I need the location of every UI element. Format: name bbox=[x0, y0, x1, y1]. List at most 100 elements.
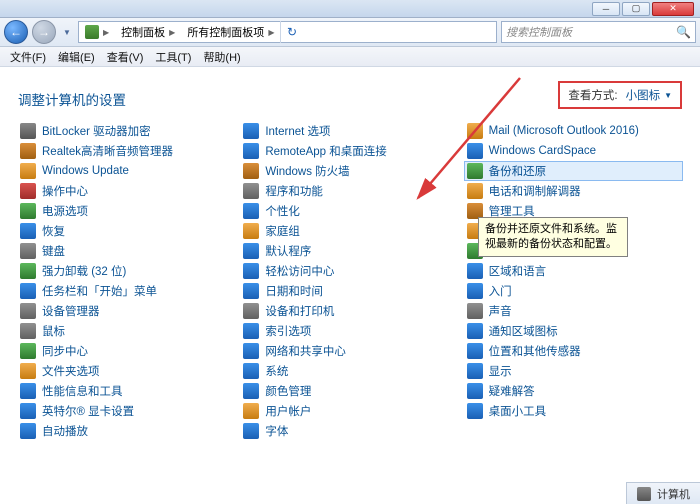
menu-help[interactable]: 帮助(H) bbox=[197, 47, 246, 67]
menu-view[interactable]: 查看(V) bbox=[101, 47, 150, 67]
cp-item-label: 恢复 bbox=[42, 223, 65, 239]
cp-item-3[interactable]: Realtek高清晰音频管理器 bbox=[18, 142, 235, 160]
breadcrumb[interactable]: ▶ 控制面板▶ 所有控制面板项▶ ↻ bbox=[78, 21, 497, 43]
cp-item-4[interactable]: RemoteApp 和桌面连接 bbox=[241, 142, 458, 160]
cp-item-icon bbox=[243, 163, 259, 179]
cp-item-18[interactable]: 键盘 bbox=[18, 242, 235, 260]
cp-item-33[interactable]: 同步中心 bbox=[18, 342, 235, 360]
cp-item-41[interactable]: 疑难解答 bbox=[465, 382, 682, 400]
breadcrumb-root[interactable]: ▶ bbox=[79, 22, 115, 42]
cp-item-43[interactable]: 用户帐户 bbox=[241, 402, 458, 420]
cp-item-5[interactable]: Windows CardSpace bbox=[465, 142, 682, 160]
cp-item-icon bbox=[467, 303, 483, 319]
cp-item-6[interactable]: Windows Update bbox=[18, 162, 235, 180]
cp-item-icon bbox=[467, 163, 483, 179]
cp-item-label: 颜色管理 bbox=[265, 383, 311, 399]
breadcrumb-item-1[interactable]: 所有控制面板项▶ bbox=[181, 22, 280, 42]
cp-item-icon bbox=[467, 183, 483, 199]
close-button[interactable]: ✕ bbox=[652, 2, 694, 16]
cp-item-34[interactable]: 网络和共享中心 bbox=[241, 342, 458, 360]
breadcrumb-item-0[interactable]: 控制面板▶ bbox=[115, 22, 181, 42]
cp-item-icon bbox=[243, 283, 259, 299]
cp-item-icon bbox=[243, 323, 259, 339]
cp-item-icon bbox=[243, 423, 259, 439]
cp-item-label: 位置和其他传感器 bbox=[489, 343, 581, 359]
search-input[interactable]: 搜索控制面板 🔍 bbox=[501, 21, 696, 43]
cp-item-icon bbox=[20, 123, 36, 139]
cp-item-label: 英特尔® 显卡设置 bbox=[42, 403, 134, 419]
cp-item-32[interactable]: 通知区域图标 bbox=[465, 322, 682, 340]
cp-item-label: Mail (Microsoft Outlook 2016) bbox=[489, 125, 639, 137]
cp-item-28[interactable]: 设备和打印机 bbox=[241, 302, 458, 320]
tooltip-body: 备份并还原文件和系统。监视最新的备份状态和配置。 bbox=[485, 222, 621, 252]
cp-item-label: Internet 选项 bbox=[265, 123, 330, 139]
cp-item-icon bbox=[467, 283, 483, 299]
cp-item-label: 文件夹选项 bbox=[42, 363, 100, 379]
cp-item-30[interactable]: 鼠标 bbox=[18, 322, 235, 340]
cp-item-9[interactable]: 操作中心 bbox=[18, 182, 235, 200]
cp-item-42[interactable]: 英特尔® 显卡设置 bbox=[18, 402, 235, 420]
cp-item-icon bbox=[20, 383, 36, 399]
search-icon: 🔍 bbox=[676, 25, 691, 39]
cp-item-22[interactable]: 轻松访问中心 bbox=[241, 262, 458, 280]
refresh-button[interactable]: ↻ bbox=[280, 21, 302, 43]
cp-item-23[interactable]: 区域和语言 bbox=[465, 262, 682, 280]
cp-item-46[interactable]: 字体 bbox=[241, 422, 458, 440]
maximize-button[interactable]: ▢ bbox=[622, 2, 650, 16]
cp-item-label: Realtek高清晰音频管理器 bbox=[42, 143, 173, 159]
cp-item-16[interactable]: 家庭组 bbox=[241, 222, 458, 240]
cp-item-icon bbox=[467, 403, 483, 419]
forward-button[interactable]: → bbox=[32, 20, 56, 44]
cp-item-15[interactable]: 恢复 bbox=[18, 222, 235, 240]
cp-item-icon bbox=[20, 323, 36, 339]
menu-tools[interactable]: 工具(T) bbox=[149, 47, 197, 67]
view-by-value[interactable]: 小图标 ▼ bbox=[626, 87, 672, 103]
cp-item-39[interactable]: 性能信息和工具 bbox=[18, 382, 235, 400]
cp-item-label: 自动播放 bbox=[42, 423, 88, 439]
cp-item-label: 任务栏和「开始」菜单 bbox=[42, 283, 157, 299]
cp-item-40[interactable]: 颜色管理 bbox=[241, 382, 458, 400]
cp-item-27[interactable]: 设备管理器 bbox=[18, 302, 235, 320]
cp-item-icon bbox=[20, 343, 36, 359]
cp-item-11[interactable]: 电话和调制解调器 bbox=[465, 182, 682, 200]
cp-item-8[interactable]: 备份和还原 bbox=[465, 162, 682, 180]
cp-item-label: 字体 bbox=[265, 423, 288, 439]
minimize-button[interactable]: ─ bbox=[592, 2, 620, 16]
cp-item-label: 用户帐户 bbox=[265, 403, 311, 419]
cp-item-38[interactable]: 显示 bbox=[465, 362, 682, 380]
view-by-control[interactable]: 查看方式: 小图标 ▼ bbox=[558, 81, 682, 109]
cp-item-19[interactable]: 默认程序 bbox=[241, 242, 458, 260]
cp-item-0[interactable]: BitLocker 驱动器加密 bbox=[18, 122, 235, 140]
cp-item-2[interactable]: Mail (Microsoft Outlook 2016) bbox=[465, 122, 682, 140]
cp-item-26[interactable]: 入门 bbox=[465, 282, 682, 300]
cp-item-icon bbox=[467, 263, 483, 279]
cp-item-24[interactable]: 任务栏和「开始」菜单 bbox=[18, 282, 235, 300]
cp-item-36[interactable]: 文件夹选项 bbox=[18, 362, 235, 380]
history-dropdown[interactable]: ▼ bbox=[60, 21, 74, 43]
menu-edit[interactable]: 编辑(E) bbox=[52, 47, 101, 67]
cp-item-icon bbox=[20, 403, 36, 419]
cp-item-icon bbox=[243, 263, 259, 279]
cp-item-44[interactable]: 桌面小工具 bbox=[465, 402, 682, 420]
cp-item-label: 备份和还原 bbox=[489, 163, 547, 179]
cp-item-45[interactable]: 自动播放 bbox=[18, 422, 235, 440]
control-panel-icon bbox=[85, 25, 99, 39]
cp-item-1[interactable]: Internet 选项 bbox=[241, 122, 458, 140]
cp-item-icon bbox=[243, 243, 259, 259]
chevron-down-icon: ▼ bbox=[664, 91, 672, 100]
cp-item-7[interactable]: Windows 防火墙 bbox=[241, 162, 458, 180]
cp-item-25[interactable]: 日期和时间 bbox=[241, 282, 458, 300]
cp-item-icon bbox=[20, 283, 36, 299]
back-button[interactable]: ← bbox=[4, 20, 28, 44]
cp-item-13[interactable]: 个性化 bbox=[241, 202, 458, 220]
cp-item-29[interactable]: 声音 bbox=[465, 302, 682, 320]
menu-file[interactable]: 文件(F) bbox=[4, 47, 52, 67]
cp-item-35[interactable]: 位置和其他传感器 bbox=[465, 342, 682, 360]
cp-item-10[interactable]: 程序和功能 bbox=[241, 182, 458, 200]
cp-item-icon bbox=[467, 363, 483, 379]
cp-item-21[interactable]: 强力卸载 (32 位) bbox=[18, 262, 235, 280]
cp-item-12[interactable]: 电源选项 bbox=[18, 202, 235, 220]
cp-item-label: 网络和共享中心 bbox=[265, 343, 346, 359]
cp-item-31[interactable]: 索引选项 bbox=[241, 322, 458, 340]
cp-item-37[interactable]: 系统 bbox=[241, 362, 458, 380]
